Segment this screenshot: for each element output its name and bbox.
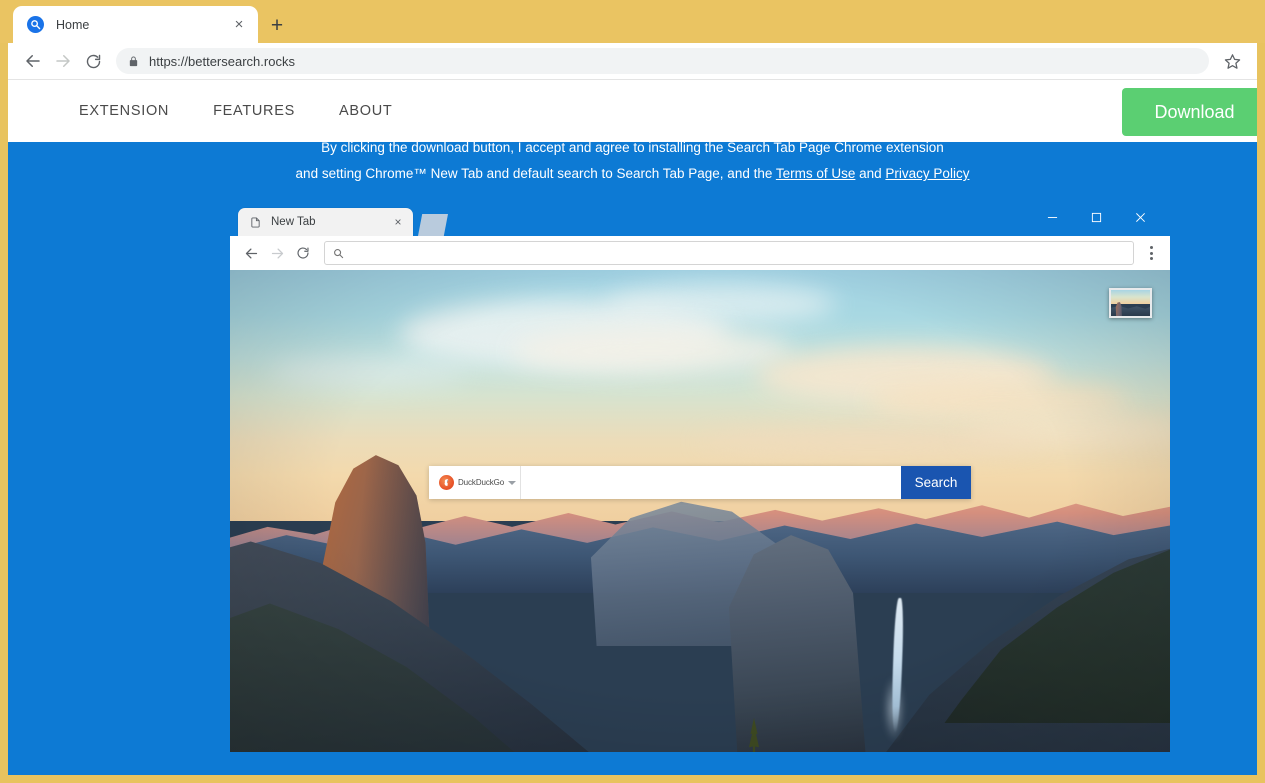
background-thumbnail[interactable] <box>1109 288 1152 318</box>
site-nav: EXTENSION FEATURES ABOUT <box>79 103 392 119</box>
cloud <box>512 327 792 374</box>
page-viewport: By clicking the download button, I accep… <box>8 80 1257 775</box>
search-engine-selector[interactable]: DuckDuckGo <box>429 466 521 499</box>
reload-icon[interactable] <box>78 46 108 76</box>
mock-tab-title: New Tab <box>271 216 316 228</box>
privacy-policy-link[interactable]: Privacy Policy <box>885 166 969 181</box>
mock-browser-window: New Tab × DuckDuckGo Search <box>230 200 1170 775</box>
browser-tab-home[interactable]: Home × <box>13 6 258 43</box>
browser-tab-title: Home <box>56 17 90 32</box>
page-icon <box>249 215 262 230</box>
maximize-icon[interactable] <box>1074 200 1118 234</box>
site-header: EXTENSION FEATURES ABOUT Download <box>8 80 1257 142</box>
browser-toolbar: https://bettersearch.rocks <box>8 43 1257 80</box>
chevron-down-icon <box>508 480 517 485</box>
search-widget: DuckDuckGo Search <box>429 466 971 499</box>
nav-item-extension[interactable]: EXTENSION <box>79 103 169 119</box>
disclaimer-line-2: and setting Chrome™ New Tab and default … <box>8 161 1257 187</box>
search-circle-icon <box>27 16 44 33</box>
search-input[interactable] <box>521 466 901 499</box>
disclaimer-text: By clicking the download button, I accep… <box>8 135 1257 187</box>
three-dot-menu-icon[interactable] <box>1140 240 1162 266</box>
forward-arrow-icon[interactable] <box>48 46 78 76</box>
search-engine-name: DuckDuckGo <box>458 478 505 487</box>
new-tab-page: DuckDuckGo Search <box>230 270 1170 752</box>
thumbnail-sky <box>1111 290 1150 304</box>
nav-item-features[interactable]: FEATURES <box>213 103 295 119</box>
search-button[interactable]: Search <box>901 466 971 499</box>
cloud <box>700 429 1040 456</box>
disclaimer-line-2-before: and setting Chrome™ New Tab and default … <box>295 166 776 181</box>
back-arrow-icon[interactable] <box>18 46 48 76</box>
forward-arrow-icon[interactable] <box>264 240 290 266</box>
mock-titlebar: New Tab × <box>230 200 1170 236</box>
close-icon[interactable] <box>1118 200 1162 234</box>
mock-tab-new-tab[interactable]: New Tab × <box>238 208 413 236</box>
browser-tabstrip: Home × + <box>0 0 1265 43</box>
browser-window: Home × + https://bettersearch.rocks By c… <box>0 0 1265 783</box>
new-tab-button[interactable]: + <box>265 13 289 37</box>
address-bar[interactable]: https://bettersearch.rocks <box>116 48 1209 74</box>
close-icon[interactable]: × <box>230 16 248 34</box>
download-button[interactable]: Download <box>1122 88 1257 136</box>
mock-new-tab-button[interactable] <box>418 214 448 236</box>
cloud <box>267 356 468 387</box>
lock-icon <box>128 55 139 68</box>
nav-item-about[interactable]: ABOUT <box>339 103 392 119</box>
minimize-icon[interactable] <box>1030 200 1074 234</box>
search-icon <box>333 248 344 259</box>
address-bar-url: https://bettersearch.rocks <box>149 53 295 69</box>
back-arrow-icon[interactable] <box>238 240 264 266</box>
close-icon[interactable]: × <box>391 215 405 229</box>
mock-address-bar[interactable] <box>324 241 1134 265</box>
reload-icon[interactable] <box>290 240 316 266</box>
terms-of-use-link[interactable]: Terms of Use <box>776 166 856 181</box>
star-icon[interactable] <box>1217 46 1247 76</box>
duckduckgo-icon <box>439 475 454 490</box>
disclaimer-line-2-mid: and <box>855 166 886 181</box>
window-controls <box>1030 200 1162 234</box>
mock-toolbar <box>230 236 1170 270</box>
